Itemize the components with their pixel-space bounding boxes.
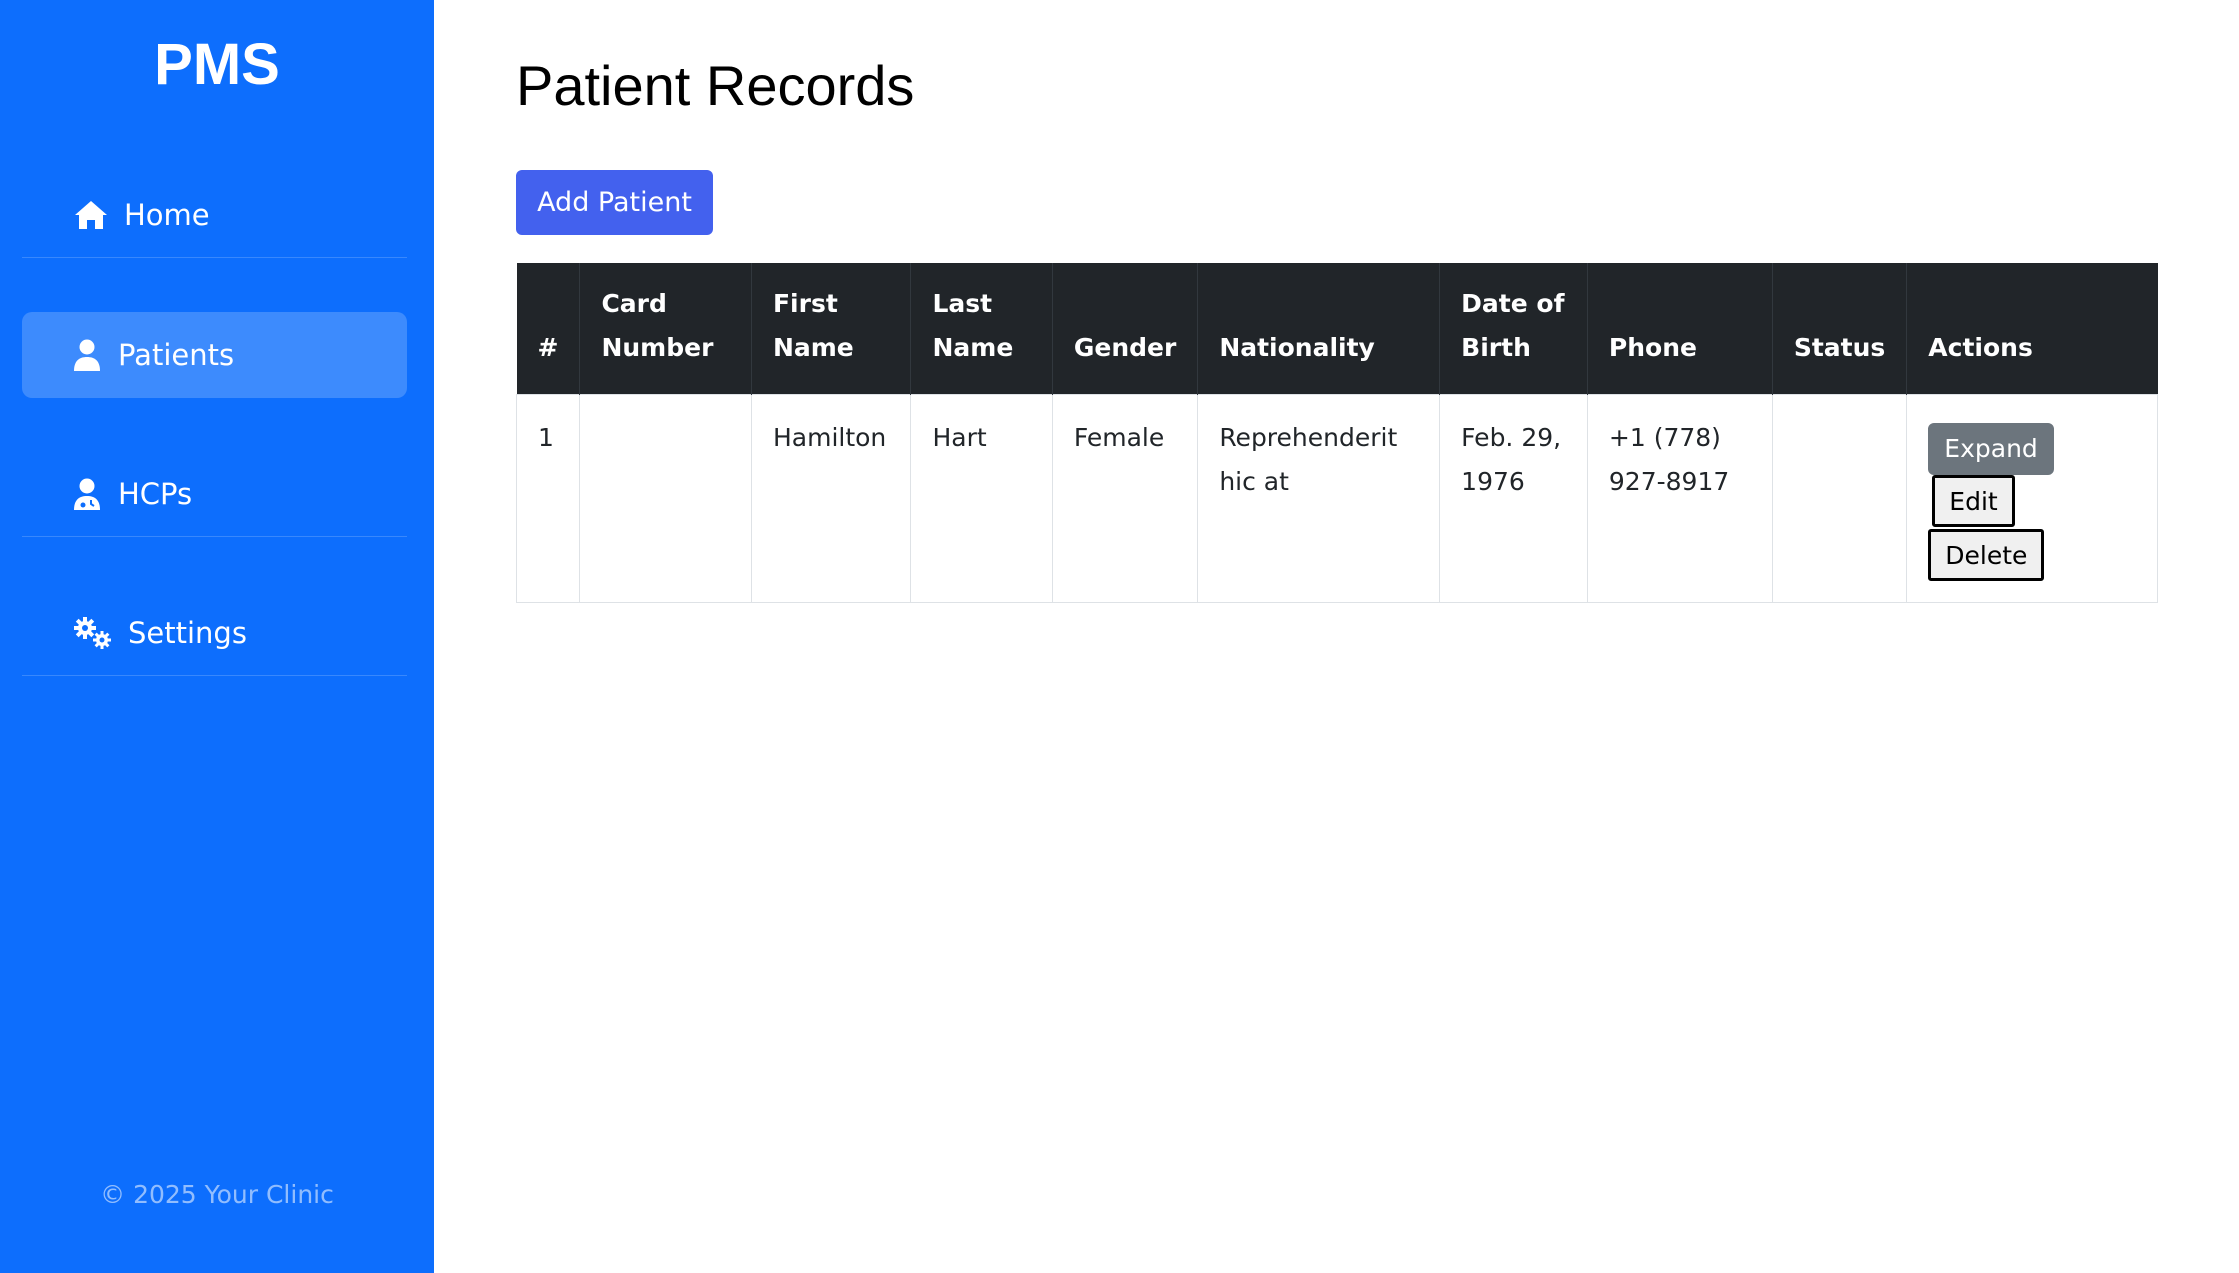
page-title: Patient Records <box>516 54 915 117</box>
column-header-number: # <box>516 263 580 394</box>
cell-first-name: Hamilton <box>750 393 912 603</box>
cell-date-of-birth: Feb. 29, 1976 <box>1439 393 1588 603</box>
cell-last-name: Hart <box>910 393 1053 603</box>
patients-table: # Card Number First Name Last Name Gender N… <box>515 263 2158 603</box>
sidebar-item-label: Patients <box>118 338 235 372</box>
sidebar: PMS Home Patients HCPs Settings © 2025 Y… <box>0 0 434 1273</box>
sidebar-item-label: Home <box>124 197 210 232</box>
cell-nationality: Reprehenderit hic at <box>1197 393 1441 603</box>
brand-logo[interactable]: PMS <box>0 30 434 100</box>
column-header-card-number: Card Number <box>579 263 752 394</box>
column-header-last-name: Last Name <box>910 263 1053 394</box>
column-header-actions: Actions <box>1906 263 2158 394</box>
column-header-phone: Phone <box>1586 263 1773 394</box>
cell-status <box>1771 393 1908 603</box>
sidebar-item-settings[interactable]: Settings <box>22 590 407 676</box>
expand-button[interactable]: Expand <box>1928 422 2054 475</box>
cell-actions: ExpandEdit Delete <box>1906 393 2158 603</box>
delete-button[interactable]: Delete <box>1928 528 2045 581</box>
sidebar-item-label: HCPs <box>118 476 193 511</box>
column-header-date-of-birth: Date of Birth <box>1439 263 1588 394</box>
user-icon <box>74 337 108 373</box>
column-header-nationality: Nationality <box>1197 263 1440 394</box>
sidebar-item-home[interactable]: Home <box>22 172 407 258</box>
sidebar-item-label: Settings <box>128 615 247 650</box>
column-header-gender: Gender <box>1051 263 1198 394</box>
add-patient-button[interactable]: Add Patient <box>516 170 713 235</box>
cell-number: 1 <box>515 393 581 603</box>
table-header-row: # Card Number First Name Last Name Gender N… <box>516 263 2158 394</box>
cell-gender: Female <box>1051 393 1199 603</box>
home-icon <box>74 197 114 233</box>
sidebar-item-hcps[interactable]: HCPs <box>22 451 407 537</box>
column-header-status: Status <box>1771 263 1907 394</box>
sidebar-footer: © 2025 Your Clinic <box>100 1180 334 1209</box>
gears-icon <box>74 615 118 651</box>
cell-card-number <box>579 393 752 603</box>
cell-phone: +1 (778) 927-8917 <box>1586 393 1773 603</box>
sidebar-item-patients[interactable]: Patients <box>22 312 407 398</box>
main-content: Patient Records Add Patient # Card Number… <box>434 0 2239 1273</box>
column-header-first-name: First Name <box>750 263 911 394</box>
edit-button[interactable]: Edit <box>1932 474 2015 527</box>
user-doctor-icon <box>74 476 108 512</box>
table-row: 1 Hamilton Hart Female Reprehenderit hic … <box>515 393 2158 603</box>
